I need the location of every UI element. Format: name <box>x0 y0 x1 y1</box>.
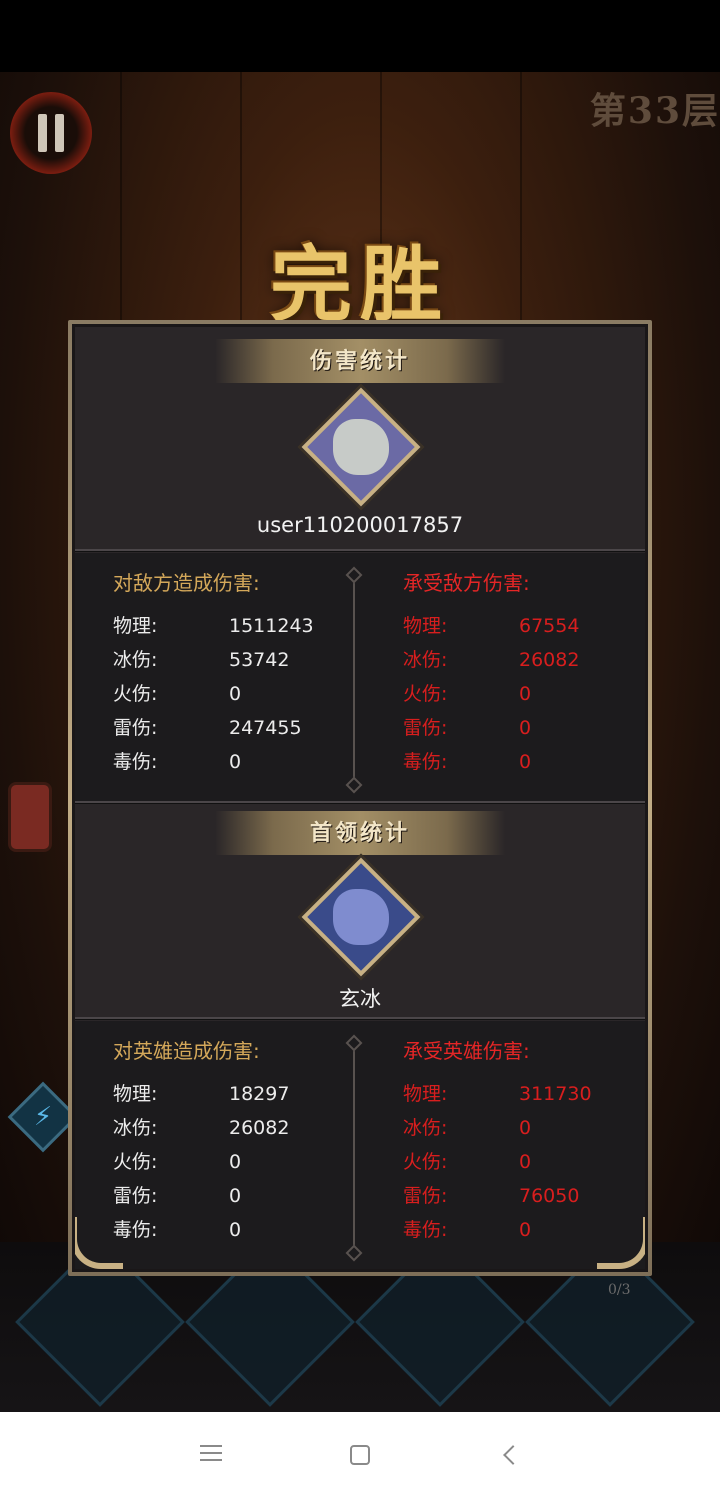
boss-stats-title: 首领统计 <box>215 811 505 855</box>
boss-avatar <box>301 857 421 977</box>
column-divider <box>353 1043 355 1253</box>
taken-damage-heading: 承受敌方伤害: <box>403 571 530 595</box>
taken-damage-heading: 承受英雄伤害: <box>403 1039 530 1063</box>
boss-damage-stats: 对英雄造成伤害: 承受英雄伤害: 物理: 18297 冰伤: 26082 火伤: 0 … <box>75 1021 645 1269</box>
lightning-icon: ⚡ <box>33 1102 53 1132</box>
dealt-damage-heading: 对敌方造成伤害: <box>113 571 260 595</box>
pause-icon <box>55 114 64 152</box>
progress-counter: 0/3 <box>608 1282 631 1298</box>
section-divider <box>75 1017 645 1020</box>
column-divider <box>353 575 355 785</box>
system-navigation-bar <box>0 1412 720 1499</box>
menu-icon[interactable] <box>196 1440 226 1470</box>
back-icon <box>503 1445 523 1465</box>
pause-button[interactable] <box>10 92 92 174</box>
back-button[interactable] <box>496 1440 526 1470</box>
boss-portrait-icon <box>333 889 389 945</box>
player-damage-stats: 对敌方造成伤害: 承受敌方伤害: 物理: 1511243 冰伤: 53742 火伤:… <box>75 553 645 801</box>
section-divider <box>75 549 645 552</box>
boss-name: 玄冰 <box>339 987 381 1011</box>
home-icon <box>350 1445 370 1465</box>
battle-stats-panel: 伤害统计 user110200017857 对敌方造成伤害: 承受敌方伤害: 物… <box>68 320 652 1276</box>
damage-stats-title: 伤害统计 <box>215 339 505 383</box>
status-bar <box>0 0 720 72</box>
player-name: user110200017857 <box>256 513 464 537</box>
lantern-icon[interactable] <box>8 782 52 852</box>
home-button[interactable] <box>345 1440 375 1470</box>
player-avatar <box>301 387 421 507</box>
dealt-damage-heading: 对英雄造成伤害: <box>113 1039 260 1063</box>
floor-level-label: 第33层 <box>589 90 720 132</box>
player-portrait-icon <box>333 419 389 475</box>
section-divider <box>75 801 645 804</box>
pause-icon <box>38 114 47 152</box>
